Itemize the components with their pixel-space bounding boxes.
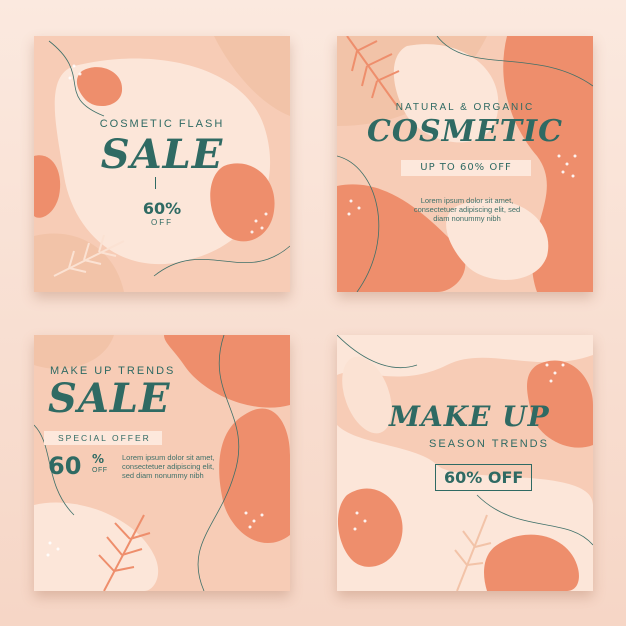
card-make-up-season-trends: MAKE UP SEASON TRENDS 60% OFF	[337, 335, 593, 591]
percent: 60	[48, 452, 82, 480]
headline: MAKE UP	[389, 400, 550, 433]
divider	[155, 177, 156, 189]
headline: SALE	[100, 131, 224, 178]
kicker: NATURAL & ORGANIC	[395, 102, 535, 113]
card-make-up-trends-sale: MAKE UP TRENDS SALE SPECIAL OFFER 60 % O…	[34, 335, 290, 591]
kicker: COSMETIC FLASH	[99, 118, 225, 130]
card-natural-organic-cosmetic: NATURAL & ORGANIC COSMETIC UP TO 60% OFF…	[337, 36, 593, 292]
percent: 60%	[142, 199, 182, 218]
card-4-background	[337, 335, 593, 591]
offer-box: 60% OFF	[435, 464, 533, 491]
body-text: Lorem ipsum dolor sit amet, consectetuer…	[122, 453, 215, 480]
percent-sign: %	[92, 452, 105, 466]
card-cosmetic-flash-sale: COSMETIC FLASH SALE 60% OFF	[34, 36, 290, 292]
offer-label: SPECIAL OFFER	[58, 433, 151, 443]
headline: COSMETIC	[367, 114, 563, 149]
kicker: SEASON TRENDS	[429, 438, 549, 450]
headline: SALE	[48, 375, 171, 422]
off-label: OFF	[151, 218, 173, 227]
body-text: Lorem ipsum dolor sit amet, consectetuer…	[413, 196, 521, 223]
off-label: OFF	[92, 467, 108, 474]
offer-label: UP TO 60% OFF	[420, 162, 512, 173]
